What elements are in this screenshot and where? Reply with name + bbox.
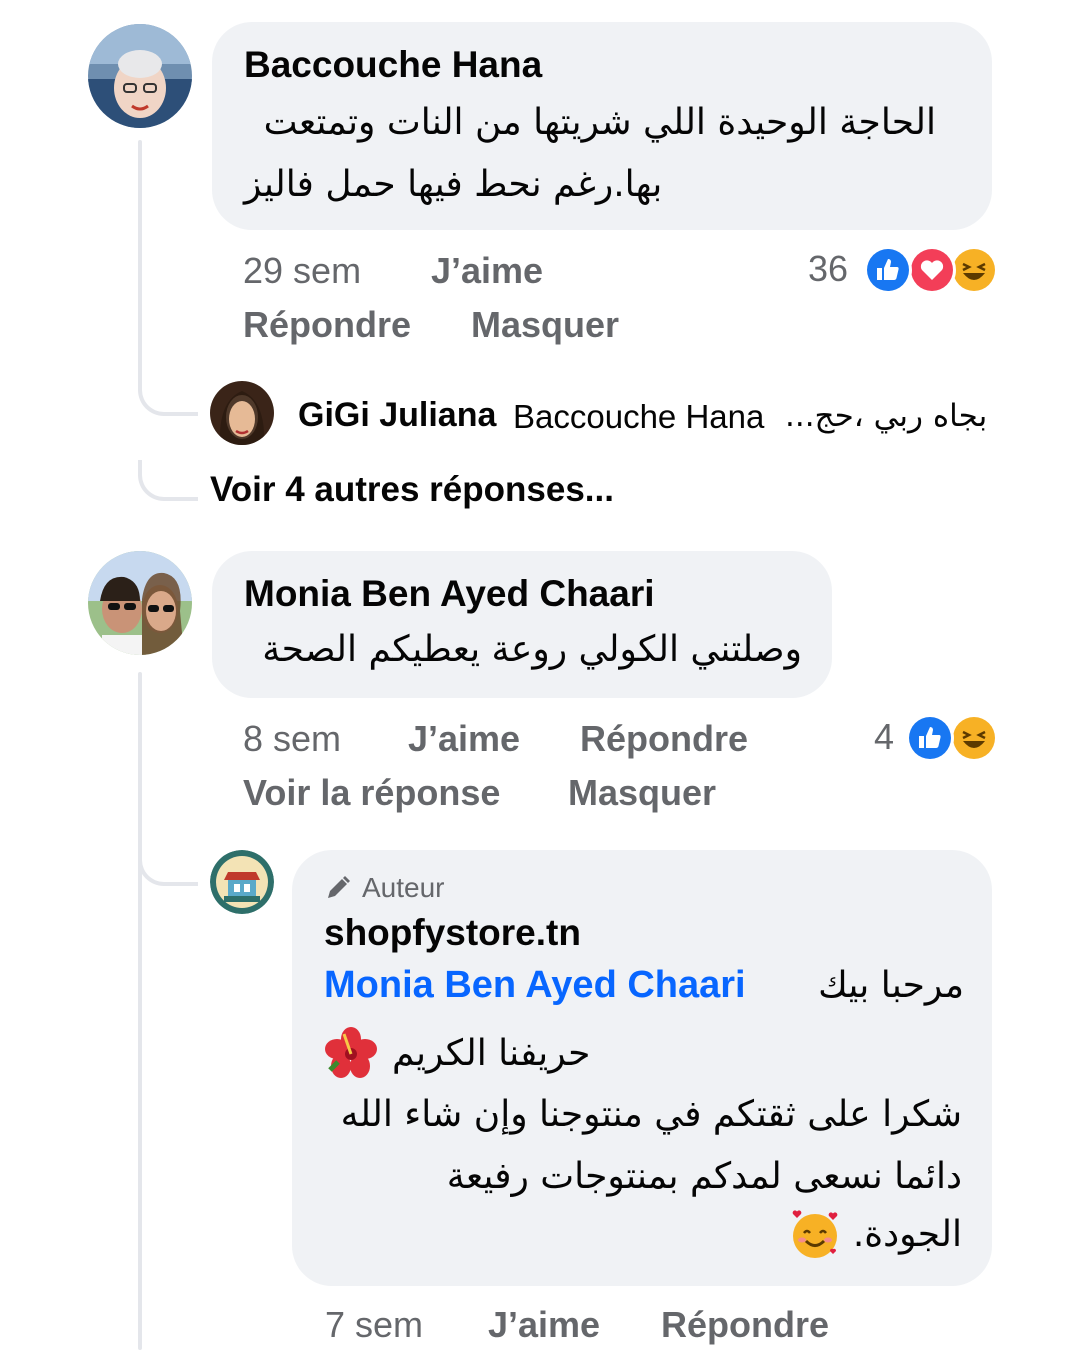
reply-preview-mention[interactable]: Baccouche Hana xyxy=(513,398,764,436)
hibiscus-icon xyxy=(324,1026,378,1080)
thread-line-2 xyxy=(138,672,142,1350)
reply-button[interactable]: Répondre xyxy=(243,304,411,346)
hide-button[interactable]: Masquer xyxy=(471,304,619,346)
comment-text-line: بها.رغم نحط فيها حمل فاليز xyxy=(244,164,663,205)
comment-bubble-1: Baccouche Hana الحاجة الوحيدة اللي شريته… xyxy=(212,22,992,230)
comment-text-line: الحاجة الوحيدة اللي شريتها من النات وتمت… xyxy=(263,102,936,143)
haha-icon xyxy=(950,714,998,762)
thread-line-1 xyxy=(138,140,142,390)
reply-text-line: حريفنا الكريم xyxy=(392,1032,591,1074)
comment-bubble-2: Monia Ben Ayed Chaari وصلتني الكولي روعة… xyxy=(212,551,832,698)
hide-button[interactable]: Masquer xyxy=(568,772,716,814)
reply-text-line: شكرا على ثقتكم في منتوجنا وإن شاء الله xyxy=(340,1094,962,1135)
love-icon xyxy=(908,246,956,294)
thread-branch-reply-1 xyxy=(138,380,198,416)
reply-preview-author[interactable]: GiGi Juliana xyxy=(298,396,496,435)
comment-author-name[interactable]: Monia Ben Ayed Chaari xyxy=(244,573,655,615)
haha-icon xyxy=(950,246,998,294)
thread-branch-author-reply xyxy=(138,850,198,886)
avatar-shopfystore[interactable] xyxy=(210,850,274,914)
reply-button[interactable]: Répondre xyxy=(661,1304,829,1346)
reply-mention-link[interactable]: Monia Ben Ayed Chaari xyxy=(324,964,746,1007)
reply-line-1: Monia Ben Ayed Chaari مرحبا بيك xyxy=(324,964,964,1007)
author-badge-label: Auteur xyxy=(362,872,445,903)
smiling-face-with-hearts-icon xyxy=(789,1208,841,1260)
reply-author-name[interactable]: shopfystore.tn xyxy=(324,912,581,954)
like-icon xyxy=(906,714,954,762)
thread-branch-more-replies xyxy=(138,460,198,501)
reply-text-line: مرحبا بيك xyxy=(818,965,964,1006)
like-icon xyxy=(864,246,912,294)
reply-text-line: دائما نسعى لمدكم بمنتوجات رفيعة xyxy=(446,1156,962,1197)
reaction-count[interactable]: 4 xyxy=(874,716,894,758)
reply-preview-snippet[interactable]: بجاه ربي ،حج... xyxy=(785,398,987,434)
comment-text: وصلتني الكولي روعة يعطيكم الصحة xyxy=(262,629,802,670)
avatar-gigi-juliana[interactable] xyxy=(210,381,274,445)
comment-author-name[interactable]: Baccouche Hana xyxy=(244,44,542,86)
author-reply-bubble: Auteur shopfystore.tn Monia Ben Ayed Cha… xyxy=(292,850,992,1286)
avatar-baccouche-hana[interactable] xyxy=(88,24,192,128)
reaction-count[interactable]: 36 xyxy=(808,248,848,290)
reply-text-line: الجودة. xyxy=(852,1213,962,1255)
more-replies-link[interactable]: Voir 4 autres réponses... xyxy=(210,470,614,510)
reply-timestamp[interactable]: 7 sem xyxy=(325,1304,423,1346)
comment-timestamp[interactable]: 8 sem xyxy=(243,718,341,760)
pencil-icon xyxy=(324,874,352,902)
view-reply-button[interactable]: Voir la réponse xyxy=(243,772,500,814)
like-button[interactable]: J’aime xyxy=(488,1304,600,1346)
reply-line-2: حريفنا الكريم xyxy=(324,1026,590,1080)
avatar-monia-ben-ayed-chaari[interactable] xyxy=(88,551,192,655)
reply-line-5: الجودة. xyxy=(789,1208,962,1260)
comment-timestamp[interactable]: 29 sem xyxy=(243,250,361,292)
reply-button[interactable]: Répondre xyxy=(580,718,748,760)
like-button[interactable]: J’aime xyxy=(408,718,520,760)
like-button[interactable]: J’aime xyxy=(431,250,543,292)
author-badge: Auteur xyxy=(324,872,445,904)
